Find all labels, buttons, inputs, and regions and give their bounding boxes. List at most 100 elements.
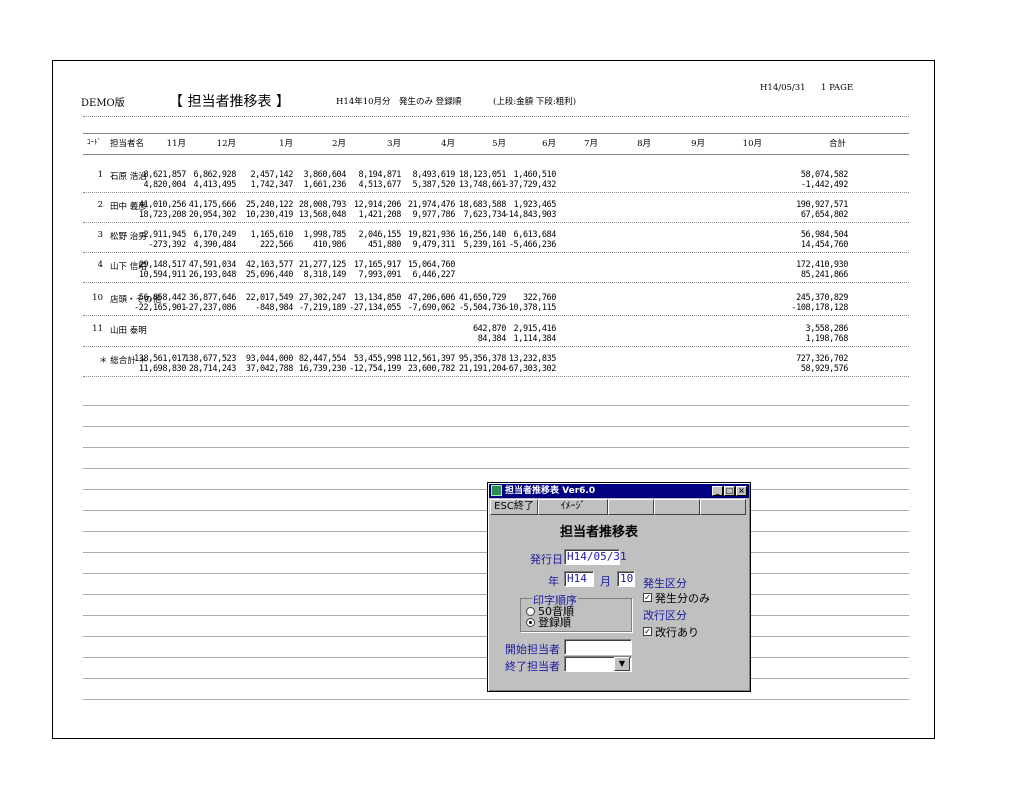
row-divider bbox=[83, 346, 909, 347]
amount-cell: 13,232,835 bbox=[508, 354, 557, 364]
report-dialog[interactable]: 担当者推移表 Ver6.0 _ □ × ESC終了 ｲﾒｰｼﾞ 担当者推移表 発… bbox=[487, 482, 751, 692]
profit-cell: 1,114,384 bbox=[513, 334, 557, 344]
profit-cell: 4,413,495 bbox=[193, 180, 237, 190]
row-divider bbox=[83, 192, 909, 193]
esc-exit-button[interactable]: ESC終了 bbox=[490, 499, 538, 515]
profit-cell: -5,466,236 bbox=[508, 240, 557, 250]
header-top-rule bbox=[83, 133, 909, 134]
rep-code: 2 bbox=[97, 200, 103, 210]
profit-total-cell: -108,178,128 bbox=[791, 303, 848, 313]
rep-code: 3 bbox=[97, 230, 103, 240]
close-icon[interactable]: × bbox=[736, 486, 747, 496]
amount-total-cell: 172,410,930 bbox=[796, 260, 848, 270]
amount-cell: 6,613,684 bbox=[513, 230, 557, 240]
issue-date-input[interactable]: H14/05/31 bbox=[564, 549, 627, 565]
pagebreak-type-label: 改行区分 bbox=[643, 609, 687, 622]
profit-cell: 20,954,302 bbox=[188, 210, 237, 220]
row-divider bbox=[83, 252, 909, 253]
occur-type-label: 発生区分 bbox=[643, 577, 687, 590]
report-title: 【 担当者推移表 】 bbox=[169, 94, 290, 110]
rep-code: 10 bbox=[92, 293, 103, 303]
profit-cell: -14,843,903 bbox=[504, 210, 556, 220]
order-option-1-radio[interactable] bbox=[526, 607, 535, 616]
profit-cell: 26,193,048 bbox=[188, 270, 237, 280]
start-rep-label: 開始担当者 bbox=[505, 643, 560, 656]
dialog-title: 担当者推移表 Ver6.0 bbox=[505, 486, 596, 496]
month-input[interactable]: 10 bbox=[617, 571, 635, 587]
profit-total-cell: -1,442,492 bbox=[800, 180, 849, 190]
start-rep-input[interactable] bbox=[564, 639, 632, 655]
order-option-2-label: 登録順 bbox=[538, 616, 571, 629]
amount-total-cell: 190,927,571 bbox=[796, 200, 848, 210]
profit-cell: 4,390,484 bbox=[193, 240, 237, 250]
amount-cell: 322,760 bbox=[522, 293, 556, 303]
ruled-line bbox=[83, 405, 909, 406]
year-label: 年 bbox=[548, 575, 559, 588]
header-divider bbox=[83, 116, 909, 117]
amount-cell: 6,170,249 bbox=[193, 230, 237, 240]
amount-cell: 41,175,666 bbox=[188, 200, 237, 210]
report-date: H14/05/31 bbox=[760, 83, 806, 93]
column-month-12: 10月 bbox=[742, 139, 762, 149]
row-divider bbox=[83, 315, 909, 316]
rep-code: 1 bbox=[97, 170, 103, 180]
profit-cell: -27,237,086 bbox=[184, 303, 236, 313]
toolbar-button-3[interactable] bbox=[608, 499, 654, 515]
issue-date-label: 発行日 bbox=[530, 553, 563, 566]
report-condition: H14年10月分 発生のみ 登録順 bbox=[336, 97, 462, 107]
toolbar-button-4[interactable] bbox=[654, 499, 700, 515]
maximize-icon[interactable]: □ bbox=[724, 486, 735, 496]
app-icon bbox=[491, 485, 502, 496]
profit-cell: 6,446,227 bbox=[412, 270, 456, 280]
column-code: ｺｰﾄﾞ bbox=[87, 138, 101, 146]
profit-cell: -67,303,302 bbox=[504, 364, 556, 374]
column-total: 合計 bbox=[828, 139, 846, 149]
profit-cell: -37,729,432 bbox=[504, 180, 556, 190]
profit-total-cell: 85,241,866 bbox=[800, 270, 849, 280]
amount-total-cell: 58,074,582 bbox=[800, 170, 849, 180]
toolbar-button-5[interactable] bbox=[700, 499, 746, 515]
profit-total-cell: 67,654,802 bbox=[800, 210, 849, 220]
rep-name: 山田 泰明 bbox=[110, 326, 147, 336]
dialog-titlebar[interactable]: 担当者推移表 Ver6.0 _ □ × bbox=[489, 484, 749, 498]
amount-cell: 47,591,034 bbox=[188, 260, 237, 270]
rep-code: 4 bbox=[97, 260, 103, 270]
amount-cell: 1,460,510 bbox=[513, 170, 557, 180]
profit-total-cell: 14,454,760 bbox=[800, 240, 849, 250]
rep-code: 11 bbox=[92, 324, 103, 334]
profit-cell: 28,714,243 bbox=[188, 364, 237, 374]
image-preview-button[interactable]: ｲﾒｰｼﾞ bbox=[538, 499, 608, 515]
profit-cell: -10,378,115 bbox=[504, 303, 556, 313]
end-rep-label: 終了担当者 bbox=[505, 660, 560, 673]
amount-total-cell: 245,370,829 bbox=[796, 293, 848, 303]
profit-total-cell: 58,929,576 bbox=[800, 364, 849, 374]
dialog-heading: 担当者推移表 bbox=[560, 525, 639, 540]
amount-cell: 1,923,465 bbox=[513, 200, 557, 210]
chevron-down-icon[interactable]: ▼ bbox=[614, 657, 630, 671]
ruled-line bbox=[83, 699, 909, 700]
year-input[interactable]: H14 bbox=[564, 571, 594, 587]
ruled-line bbox=[83, 426, 909, 427]
pagebreak-label: 改行あり bbox=[655, 626, 699, 639]
page-number: 1 PAGE bbox=[821, 83, 854, 93]
report-legend: (上段:金額 下段:粗利) bbox=[493, 97, 577, 107]
ruled-line bbox=[83, 468, 909, 469]
amount-cell: 2,915,416 bbox=[513, 324, 557, 334]
minimize-icon[interactable]: _ bbox=[712, 486, 723, 496]
amount-total-cell: 727,326,702 bbox=[796, 354, 848, 364]
column-month-2: 12月 bbox=[216, 139, 236, 149]
pagebreak-checkbox[interactable]: ✓ bbox=[643, 627, 652, 636]
occur-only-checkbox[interactable]: ✓ bbox=[643, 593, 652, 602]
demo-label: DEMO版 bbox=[81, 98, 125, 109]
amount-total-cell: 3,558,286 bbox=[805, 324, 849, 334]
amount-cell: 6,862,928 bbox=[193, 170, 237, 180]
column-month-11: 9月 bbox=[691, 139, 705, 149]
header-bottom-rule bbox=[83, 154, 909, 155]
amount-total-cell: 56,984,504 bbox=[800, 230, 849, 240]
order-option-2-radio[interactable] bbox=[526, 618, 535, 627]
ruled-line bbox=[83, 447, 909, 448]
month-label: 月 bbox=[600, 575, 611, 588]
amount-cell: 138,677,523 bbox=[184, 354, 236, 364]
row-divider bbox=[83, 282, 909, 283]
row-divider bbox=[83, 376, 909, 377]
